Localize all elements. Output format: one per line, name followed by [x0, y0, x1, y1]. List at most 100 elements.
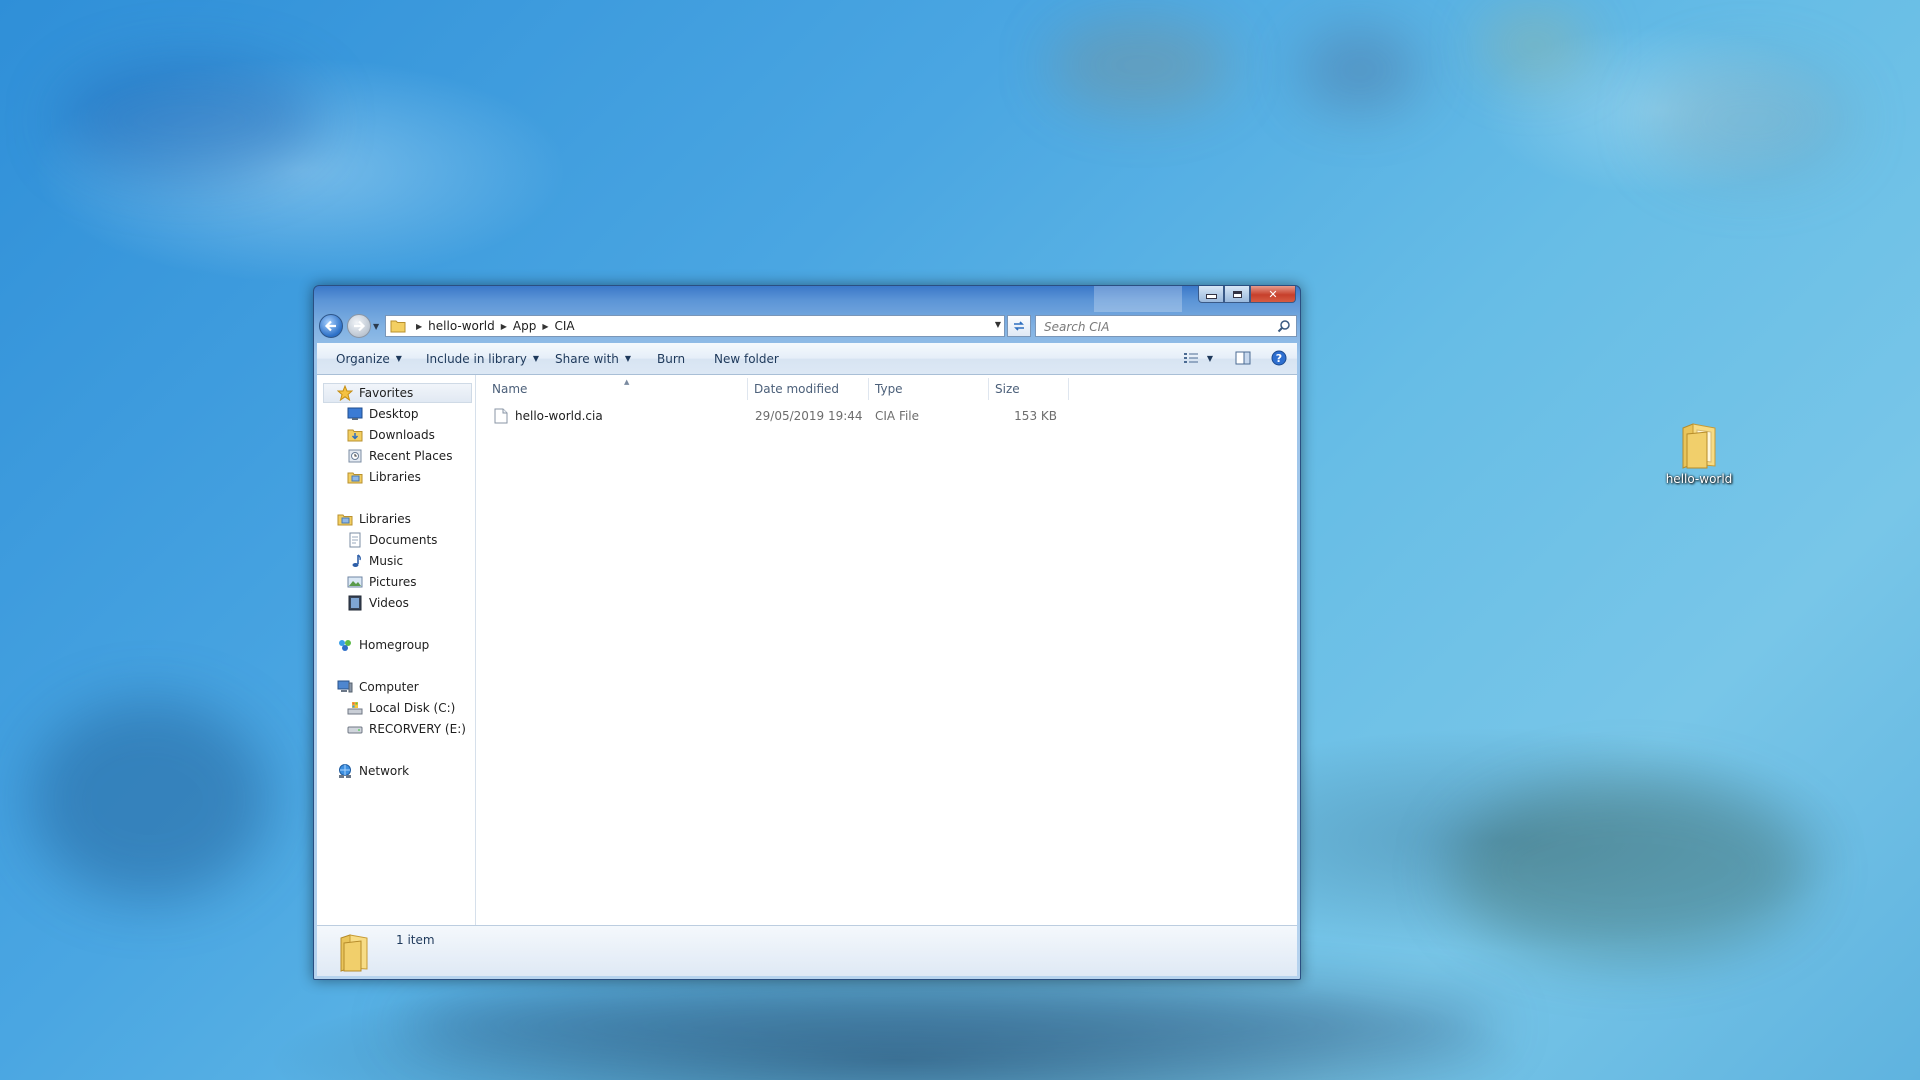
nav-pictures[interactable]: Pictures	[347, 572, 417, 592]
column-size-label: Size	[995, 382, 1020, 396]
close-button[interactable]: ✕	[1250, 286, 1296, 303]
arrow-right-icon	[354, 320, 366, 332]
nav-homegroup[interactable]: Homegroup	[337, 635, 429, 655]
refresh-button[interactable]	[1007, 315, 1031, 337]
file-list-pane: Name ▲ Date modified Type Size hello-wor…	[476, 375, 1297, 925]
recent-places-icon	[348, 449, 362, 463]
preview-pane-button[interactable]	[1231, 347, 1255, 369]
search-input[interactable]	[1042, 317, 1276, 337]
breadcrumb-app[interactable]: App	[513, 319, 536, 333]
file-date-modified: 29/05/2019 19:44	[755, 409, 863, 423]
breadcrumb-separator-icon[interactable]: ▶	[501, 322, 507, 331]
pictures-icon	[347, 576, 363, 588]
new-folder-label: New folder	[714, 351, 779, 366]
back-button[interactable]	[319, 314, 343, 338]
chevron-down-icon: ▼	[395, 354, 402, 363]
file-name: hello-world.cia	[515, 409, 603, 423]
breadcrumb-separator-icon[interactable]: ▶	[542, 322, 548, 331]
star-icon	[337, 385, 353, 401]
drive-icon	[347, 726, 363, 734]
nav-recent-places[interactable]: Recent Places	[347, 446, 452, 466]
column-type-label: Type	[875, 382, 903, 396]
help-icon: ?	[1271, 350, 1287, 366]
music-icon	[352, 554, 361, 567]
nav-network[interactable]: Network	[337, 761, 409, 781]
refresh-icon	[1014, 321, 1024, 331]
nav-desktop[interactable]: Desktop	[347, 404, 419, 424]
search-box[interactable]	[1035, 315, 1297, 337]
column-header-date-modified[interactable]: Date modified	[748, 378, 869, 400]
forward-button[interactable]	[347, 314, 371, 338]
nav-downloads[interactable]: Downloads	[347, 425, 435, 445]
downloads-folder-icon	[347, 429, 363, 442]
nav-label: Pictures	[369, 575, 417, 589]
file-row[interactable]: hello-world.cia 29/05/2019 19:44 CIA Fil…	[486, 406, 1057, 426]
nav-computer[interactable]: Computer	[337, 677, 419, 697]
nav-label: Downloads	[369, 428, 435, 442]
system-drive-icon	[347, 702, 363, 715]
sort-ascending-icon: ▲	[624, 378, 630, 386]
address-bar[interactable]: ▶ hello-world ▶ App ▶ CIA ▼	[385, 315, 1005, 337]
breadcrumb-cia[interactable]: CIA	[555, 319, 575, 333]
nav-favorites-libraries[interactable]: Libraries	[347, 467, 421, 487]
nav-documents[interactable]: Documents	[347, 530, 437, 550]
details-view-icon	[1183, 353, 1198, 363]
column-name-label: Name	[492, 382, 528, 396]
command-bar: Organize ▼ Include in library ▼ Share with…	[317, 343, 1297, 375]
share-with-label: Share with	[555, 351, 619, 366]
nav-libraries[interactable]: Libraries	[337, 509, 411, 529]
include-in-library-menu[interactable]: Include in library ▼	[426, 343, 539, 374]
minimize-button[interactable]	[1198, 286, 1224, 303]
explorer-window: ✕ ▼ ▶ hello-world ▶ App ▶ CIA ▼ Search C…	[313, 285, 1301, 980]
chevron-down-icon: ▼	[1206, 353, 1214, 363]
file-size: 153 KB	[1014, 409, 1057, 423]
change-view-button[interactable]: ▼	[1178, 347, 1218, 369]
nav-label: Videos	[369, 596, 409, 610]
help-button[interactable]: ?	[1267, 347, 1291, 369]
nav-label: Libraries	[359, 512, 411, 526]
details-pane: 1 item	[317, 925, 1297, 976]
item-count: 1 item	[396, 933, 435, 947]
nav-recovery-e[interactable]: RECORVERY (E:)	[347, 719, 466, 739]
nav-label: Documents	[369, 533, 438, 547]
recent-pages-dropdown[interactable]: ▼	[373, 322, 379, 331]
column-header-type[interactable]: Type	[869, 378, 989, 400]
maximize-icon	[1232, 290, 1242, 298]
file-icon	[494, 408, 508, 424]
libraries-icon	[347, 472, 363, 484]
breadcrumb-separator-icon[interactable]: ▶	[416, 322, 422, 331]
column-header-name[interactable]: Name ▲	[486, 378, 748, 400]
new-folder-button[interactable]: New folder	[714, 343, 779, 374]
maximize-button[interactable]	[1224, 286, 1250, 303]
caption-buttons: ✕	[1198, 286, 1296, 303]
explorer-content: Favorites Desktop Downloads Recent Place…	[317, 375, 1297, 925]
organize-menu[interactable]: Organize ▼	[336, 343, 402, 374]
chevron-down-icon: ▼	[624, 354, 632, 363]
column-header-size[interactable]: Size	[989, 378, 1069, 400]
burn-label: Burn	[657, 351, 686, 366]
organize-label: Organize	[336, 351, 390, 366]
folder-icon	[340, 934, 368, 972]
nav-label: Computer	[359, 680, 419, 694]
preview-pane-icon	[1235, 351, 1251, 365]
network-icon	[339, 764, 351, 778]
nav-label: Music	[369, 554, 404, 568]
nav-local-disk-c[interactable]: Local Disk (C:)	[347, 698, 455, 718]
search-icon[interactable]	[1277, 319, 1291, 333]
nav-favorites[interactable]: Favorites	[337, 383, 413, 403]
nav-label: Desktop	[369, 407, 419, 421]
nav-music[interactable]: Music	[347, 551, 403, 571]
chevron-down-icon: ▼	[532, 354, 540, 363]
desktop-folder-hello-world[interactable]: hello-world	[1654, 420, 1744, 486]
minimize-icon	[1205, 294, 1217, 299]
file-type: CIA File	[875, 409, 920, 423]
svg-text:?: ?	[1276, 352, 1282, 365]
share-with-menu[interactable]: Share with ▼	[555, 343, 631, 374]
breadcrumb-hello-world[interactable]: hello-world	[428, 319, 495, 333]
column-date-label: Date modified	[754, 382, 840, 396]
nav-label: Libraries	[369, 470, 421, 484]
burn-button[interactable]: Burn	[657, 343, 685, 374]
nav-videos[interactable]: Videos	[347, 593, 409, 613]
address-history-dropdown[interactable]: ▼	[995, 320, 1001, 329]
arrow-left-icon	[324, 320, 336, 332]
